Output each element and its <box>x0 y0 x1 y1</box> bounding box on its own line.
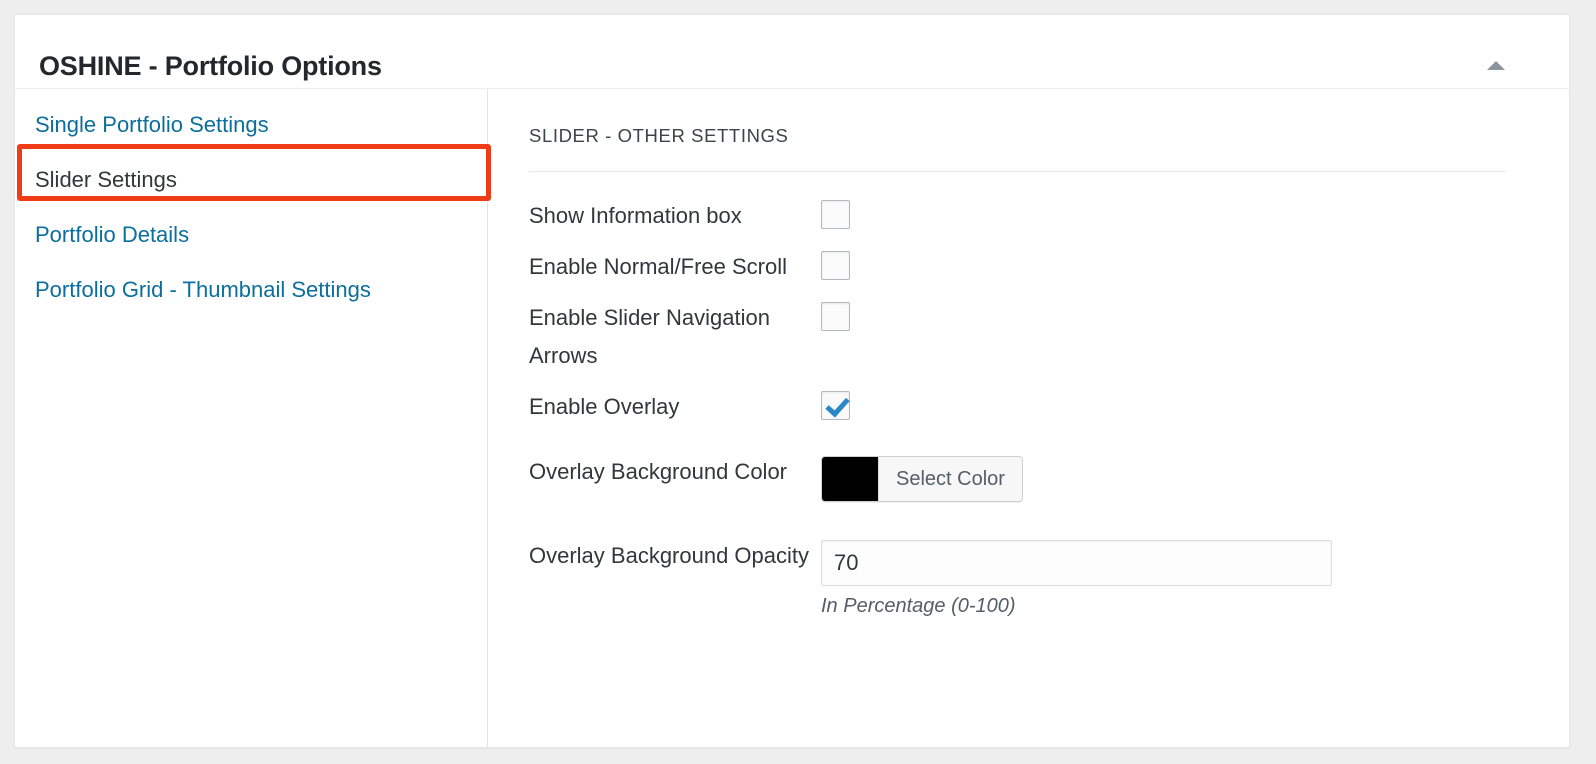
overlay-background-opacity-input[interactable] <box>821 540 1332 586</box>
section-title: SLIDER - OTHER SETTINGS <box>529 125 789 146</box>
field-enable-normal-free-scroll: Enable Normal/Free Scroll <box>529 243 1515 286</box>
enable-overlay-checkbox[interactable] <box>821 391 850 420</box>
field-label: Enable Slider Navigation Arrows <box>529 305 770 368</box>
field-control: In Percentage (0-100) <box>821 532 1332 618</box>
metabox-body: Single Portfolio Settings Slider Setting… <box>15 89 1569 747</box>
settings-sidebar: Single Portfolio Settings Slider Setting… <box>15 89 491 747</box>
field-show-information-box: Show Information box <box>529 192 1515 235</box>
field-label: Overlay Background Color <box>529 459 788 484</box>
enable-normal-free-scroll-checkbox[interactable] <box>821 251 850 280</box>
settings-panel: SLIDER - OTHER SETTINGS Show Information… <box>488 89 1569 747</box>
show-information-box-checkbox[interactable] <box>821 200 850 229</box>
sidebar-item-portfolio-grid-thumbnail-settings[interactable]: Portfolio Grid - Thumbnail Settings <box>15 262 487 317</box>
section-divider <box>529 171 1506 172</box>
field-label: Enable Overlay <box>529 394 680 419</box>
sidebar-item-single-portfolio-settings[interactable]: Single Portfolio Settings <box>15 97 487 152</box>
field-enable-overlay: Enable Overlay <box>529 383 1515 426</box>
sidebar-item-portfolio-details[interactable]: Portfolio Details <box>15 207 487 262</box>
field-label: Overlay Background Opacity <box>529 543 810 568</box>
portfolio-options-metabox: OSHINE - Portfolio Options Single Portfo… <box>14 14 1570 748</box>
color-swatch <box>822 457 878 501</box>
sidebar-item-slider-settings[interactable]: Slider Settings <box>15 152 487 207</box>
field-label: Enable Normal/Free Scroll <box>529 254 787 279</box>
field-control: Select Color <box>821 448 1023 506</box>
metabox-header: OSHINE - Portfolio Options <box>15 15 1569 89</box>
enable-slider-navigation-arrows-checkbox[interactable] <box>821 302 850 331</box>
field-label: Show Information box <box>529 203 742 228</box>
page-title: OSHINE - Portfolio Options <box>39 51 382 81</box>
select-color-button[interactable]: Select Color <box>821 456 1023 502</box>
field-control <box>821 383 850 420</box>
field-help-text: In Percentage (0-100) <box>821 595 1016 617</box>
field-control <box>821 243 850 280</box>
field-overlay-background-opacity: Overlay Background Opacity In Percentage… <box>529 532 1515 618</box>
collapse-panel-button[interactable] <box>1485 57 1507 71</box>
select-color-label: Select Color <box>878 457 1022 501</box>
triangle-up-icon <box>1487 60 1505 70</box>
field-control <box>821 294 850 331</box>
field-enable-slider-navigation-arrows: Enable Slider Navigation Arrows <box>529 294 1515 375</box>
field-control <box>821 192 850 229</box>
field-overlay-background-color: Overlay Background Color Select Color <box>529 448 1515 506</box>
